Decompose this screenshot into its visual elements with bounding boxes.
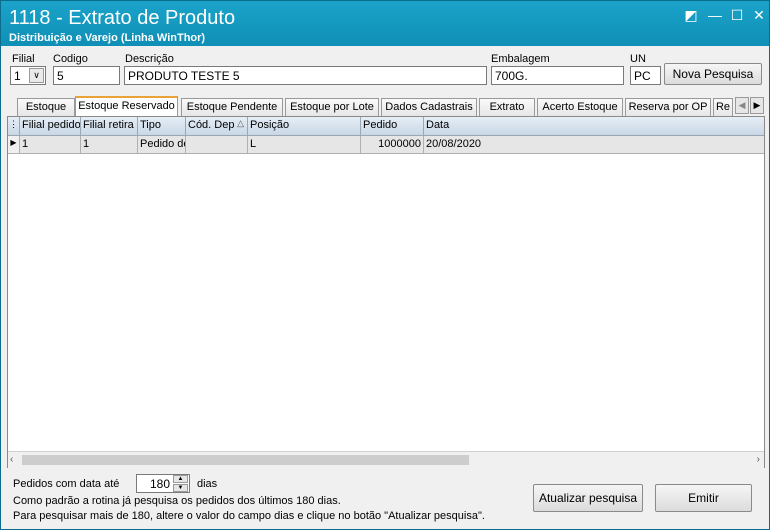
sort-icon: △ — [237, 118, 244, 128]
cell-filial-pedido[interactable]: 1 — [20, 136, 81, 153]
descricao-label: Descrição — [125, 53, 174, 65]
maximize-icon[interactable]: ☐ — [727, 5, 747, 25]
col-posicao[interactable]: Posição — [248, 117, 361, 135]
codigo-field[interactable]: 5 — [53, 66, 120, 85]
stepper-down-icon[interactable]: ▼ — [173, 484, 188, 492]
cell-cod-dep[interactable] — [186, 136, 248, 153]
grid-menu-icon[interactable]: ⋮ — [8, 117, 20, 135]
dias-label: dias — [197, 478, 218, 490]
table-row[interactable]: ▶ 1 1 Pedido de L 1000000 20/08/2020 — [8, 136, 764, 154]
tab-acerto-estoque[interactable]: Acerto Estoque — [537, 98, 623, 116]
tab-dados-cadastrais[interactable]: Dados Cadastrais — [381, 98, 477, 116]
dias-value: 180 — [149, 477, 170, 491]
filial-value: 1 — [14, 69, 21, 83]
stepper-up-icon[interactable]: ▲ — [173, 475, 188, 483]
window-subtitle: Distribuição e Varejo (Linha WinThor) — [9, 32, 206, 44]
grid-header: ⋮ Filial pedido Filial retira Tipo Cód. … — [8, 117, 764, 136]
info-line-1: Como padrão a rotina já pesquisa os pedi… — [13, 495, 341, 507]
tab-scroll-left-icon[interactable]: ◀ — [735, 97, 749, 114]
col-filial-retira[interactable]: Filial retira — [81, 117, 138, 135]
un-field[interactable]: PC — [630, 66, 661, 85]
col-data[interactable]: Data — [424, 117, 764, 135]
scroll-left-icon[interactable]: ‹ — [10, 454, 13, 465]
emitir-button[interactable]: Emitir — [655, 484, 752, 512]
filial-select[interactable]: 1 ∨ — [10, 66, 46, 85]
tab-reserva-por-op[interactable]: Reserva por OP — [625, 98, 711, 116]
minimize-icon[interactable]: — — [705, 5, 725, 25]
scroll-right-icon[interactable]: › — [757, 454, 760, 465]
embalagem-field[interactable]: 700G. — [491, 66, 624, 85]
cell-data[interactable]: 20/08/2020 — [424, 136, 764, 153]
dias-stepper[interactable]: 180 ▲ ▼ — [136, 474, 190, 493]
chevron-down-icon[interactable]: ∨ — [29, 68, 44, 83]
tab-estoque-por-lote[interactable]: Estoque por Lote — [285, 98, 379, 116]
close-icon[interactable]: ✕ — [749, 5, 769, 25]
scrollbar-thumb[interactable] — [22, 455, 469, 465]
tab-scroll-right-icon[interactable]: ▶ — [750, 97, 764, 114]
cell-filial-retira[interactable]: 1 — [81, 136, 138, 153]
reserved-orders-grid[interactable]: ⋮ Filial pedido Filial retira Tipo Cód. … — [7, 116, 765, 468]
info-line-2: Para pesquisar mais de 180, altere o val… — [13, 510, 485, 522]
nova-pesquisa-button[interactable]: Nova Pesquisa — [664, 63, 762, 85]
col-cod-dep-label: Cód. Dep — [188, 119, 235, 131]
descricao-field[interactable]: PRODUTO TESTE 5 — [124, 66, 487, 85]
col-cod-dep[interactable]: Cód. Dep △ — [186, 117, 248, 135]
tab-strip: Estoque Estoque Reservado Estoque Penden… — [7, 96, 767, 117]
tab-estoque-reservado[interactable]: Estoque Reservado — [75, 96, 178, 117]
un-label: UN — [630, 53, 646, 65]
embalagem-label: Embalagem — [491, 53, 550, 65]
col-filial-pedido[interactable]: Filial pedido — [20, 117, 81, 135]
codigo-label: Codigo — [53, 53, 88, 65]
pedidos-label: Pedidos com data até — [13, 478, 120, 490]
main-window: 1118 - Extrato de Produto Distribuição e… — [0, 0, 770, 530]
cell-pedido[interactable]: 1000000 — [361, 136, 424, 153]
restore-icon[interactable]: ◩ — [681, 5, 701, 25]
col-tipo[interactable]: Tipo — [138, 117, 186, 135]
atualizar-pesquisa-button[interactable]: Atualizar pesquisa — [533, 484, 643, 512]
horizontal-scrollbar[interactable]: ‹ › — [8, 451, 764, 468]
tab-estoque-pendente[interactable]: Estoque Pendente — [181, 98, 283, 116]
window-title: 1118 - Extrato de Produto — [9, 7, 236, 29]
tab-extrato[interactable]: Extrato — [479, 98, 535, 116]
cell-posicao[interactable]: L — [248, 136, 361, 153]
tab-estoque[interactable]: Estoque — [17, 98, 75, 116]
row-indicator-icon: ▶ — [8, 136, 20, 153]
tab-re[interactable]: Re — [713, 98, 733, 116]
cell-tipo[interactable]: Pedido de — [138, 136, 186, 153]
title-bar: 1118 - Extrato de Produto Distribuição e… — [1, 1, 769, 46]
col-pedido[interactable]: Pedido — [361, 117, 424, 135]
filial-label: Filial — [12, 53, 35, 65]
